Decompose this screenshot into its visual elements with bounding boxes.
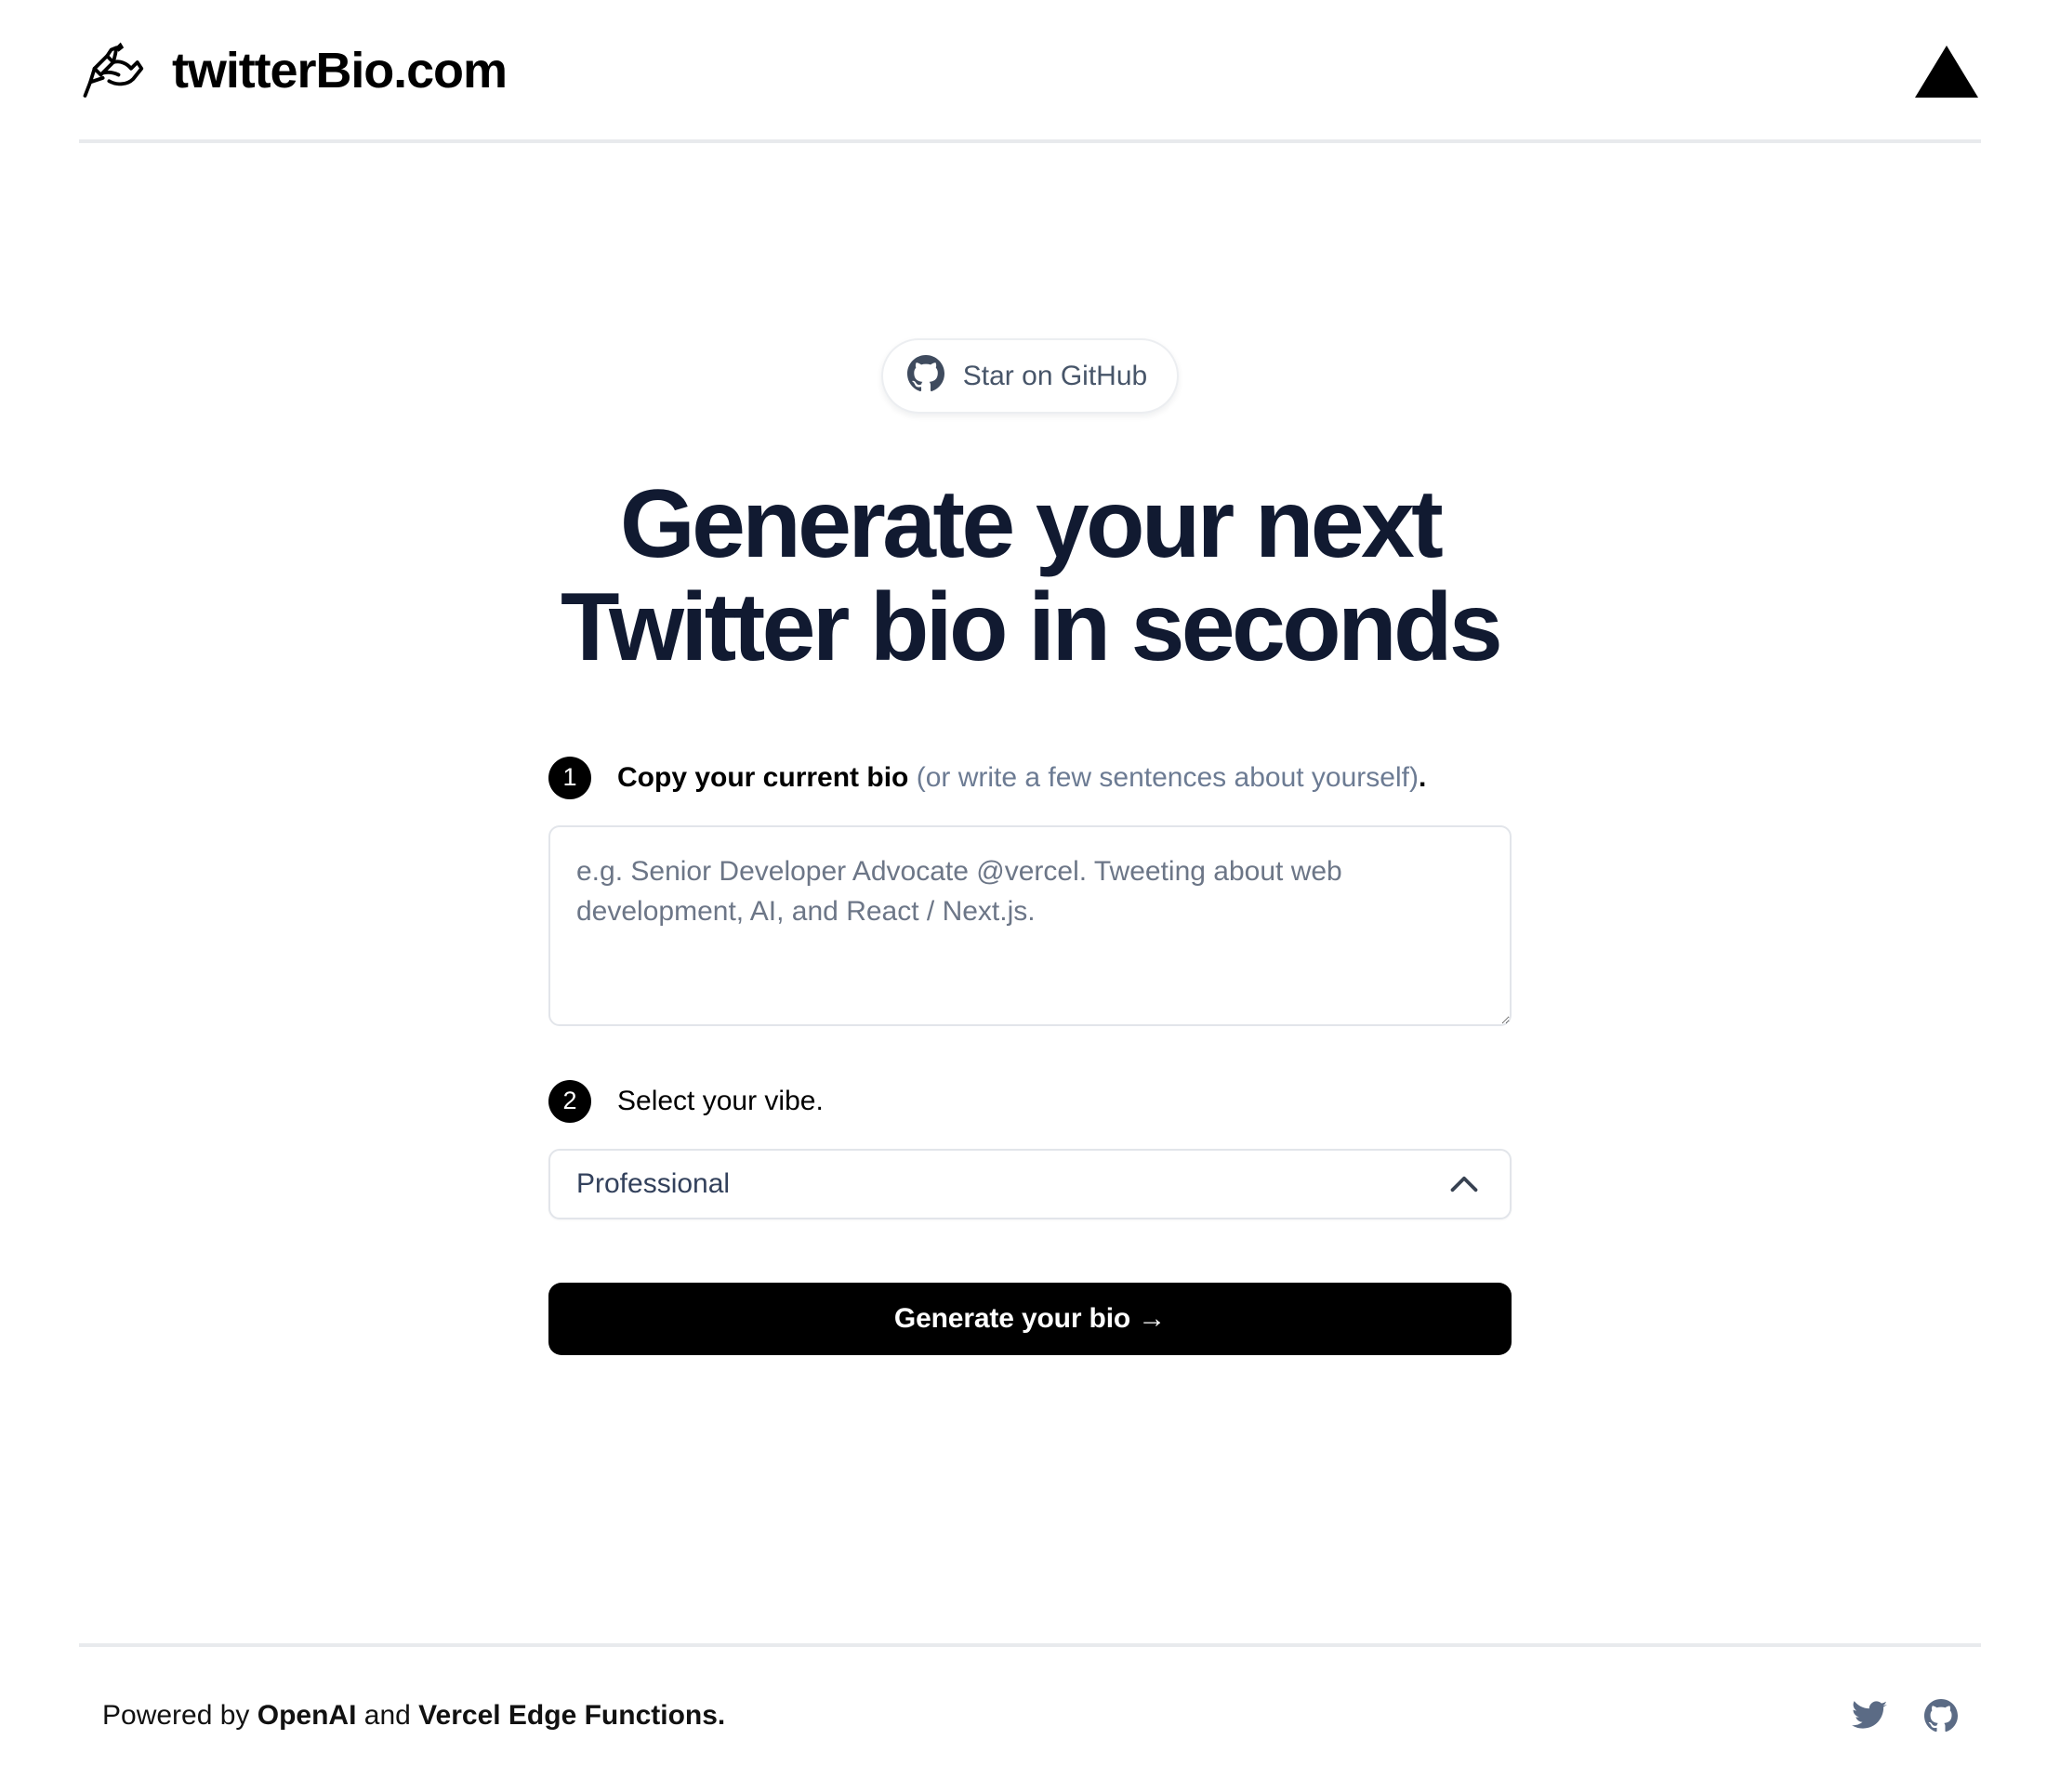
bio-textarea[interactable] bbox=[548, 824, 1512, 1026]
footer-middle: and bbox=[356, 1700, 419, 1731]
brand-link[interactable]: twitterBio.com bbox=[79, 35, 508, 106]
vercel-triangle-icon[interactable] bbox=[1912, 40, 1981, 101]
vibe-select[interactable]: Professional bbox=[548, 1148, 1512, 1219]
site-footer: Powered by OpenAI and Vercel Edge Functi… bbox=[0, 1643, 2060, 1792]
github-icon bbox=[906, 355, 944, 397]
step-1-badge: 1 bbox=[548, 756, 591, 799]
step-1-row: 1 Copy your current bio (or write a few … bbox=[548, 756, 1512, 799]
vibe-select-value: Professional bbox=[576, 1167, 731, 1199]
chevron-up-icon[interactable] bbox=[1450, 1176, 1478, 1192]
step-1-label-end: . bbox=[1418, 761, 1427, 793]
step-2-label: Select your vibe. bbox=[617, 1086, 824, 1117]
writing-hand-icon bbox=[79, 35, 150, 106]
star-on-github-button[interactable]: Star on GitHub bbox=[880, 338, 1180, 414]
twitter-icon[interactable] bbox=[1852, 1701, 1887, 1731]
header-inner: twitterBio.com bbox=[79, 35, 1981, 143]
step-1-label: Copy your current bio (or write a few se… bbox=[617, 762, 1426, 794]
page-root: twitterBio.com Star on GitHub Generate y… bbox=[0, 0, 2060, 1792]
footer-prefix: Powered by bbox=[102, 1700, 258, 1731]
brand-name: twitterBio.com bbox=[172, 43, 508, 99]
headline-line-1: Generate your next bbox=[619, 470, 1444, 578]
footer-inner: Powered by OpenAI and Vercel Edge Functi… bbox=[79, 1647, 1981, 1792]
step-2-row: 2 Select your vibe. bbox=[548, 1079, 1512, 1123]
vercel-edge-functions-link[interactable]: Vercel Edge Functions. bbox=[418, 1700, 725, 1731]
step-1-label-muted: (or write a few sentences about yourself… bbox=[916, 761, 1419, 793]
form-spacer bbox=[548, 1026, 1512, 1080]
footer-social-links bbox=[1852, 1699, 1958, 1733]
github-icon[interactable] bbox=[1924, 1699, 1958, 1733]
star-on-github-label: Star on GitHub bbox=[962, 360, 1148, 391]
openai-link[interactable]: OpenAI bbox=[258, 1700, 357, 1731]
bio-form: 1 Copy your current bio (or write a few … bbox=[548, 756, 1512, 1355]
step-2-badge: 2 bbox=[548, 1079, 591, 1123]
step-1-label-bold: Copy your current bio bbox=[617, 761, 909, 793]
footer-credit: Powered by OpenAI and Vercel Edge Functi… bbox=[102, 1700, 725, 1732]
headline-line-2: Twitter bio in seconds bbox=[560, 573, 1503, 682]
page-title: Generate your next Twitter bio in second… bbox=[560, 470, 1503, 682]
main-content: Star on GitHub Generate your next Twitte… bbox=[0, 143, 2060, 1643]
step-2-label-text: Select your vibe. bbox=[617, 1085, 824, 1116]
generate-bio-button[interactable]: Generate your bio → bbox=[548, 1282, 1512, 1355]
site-header: twitterBio.com bbox=[0, 0, 2060, 143]
